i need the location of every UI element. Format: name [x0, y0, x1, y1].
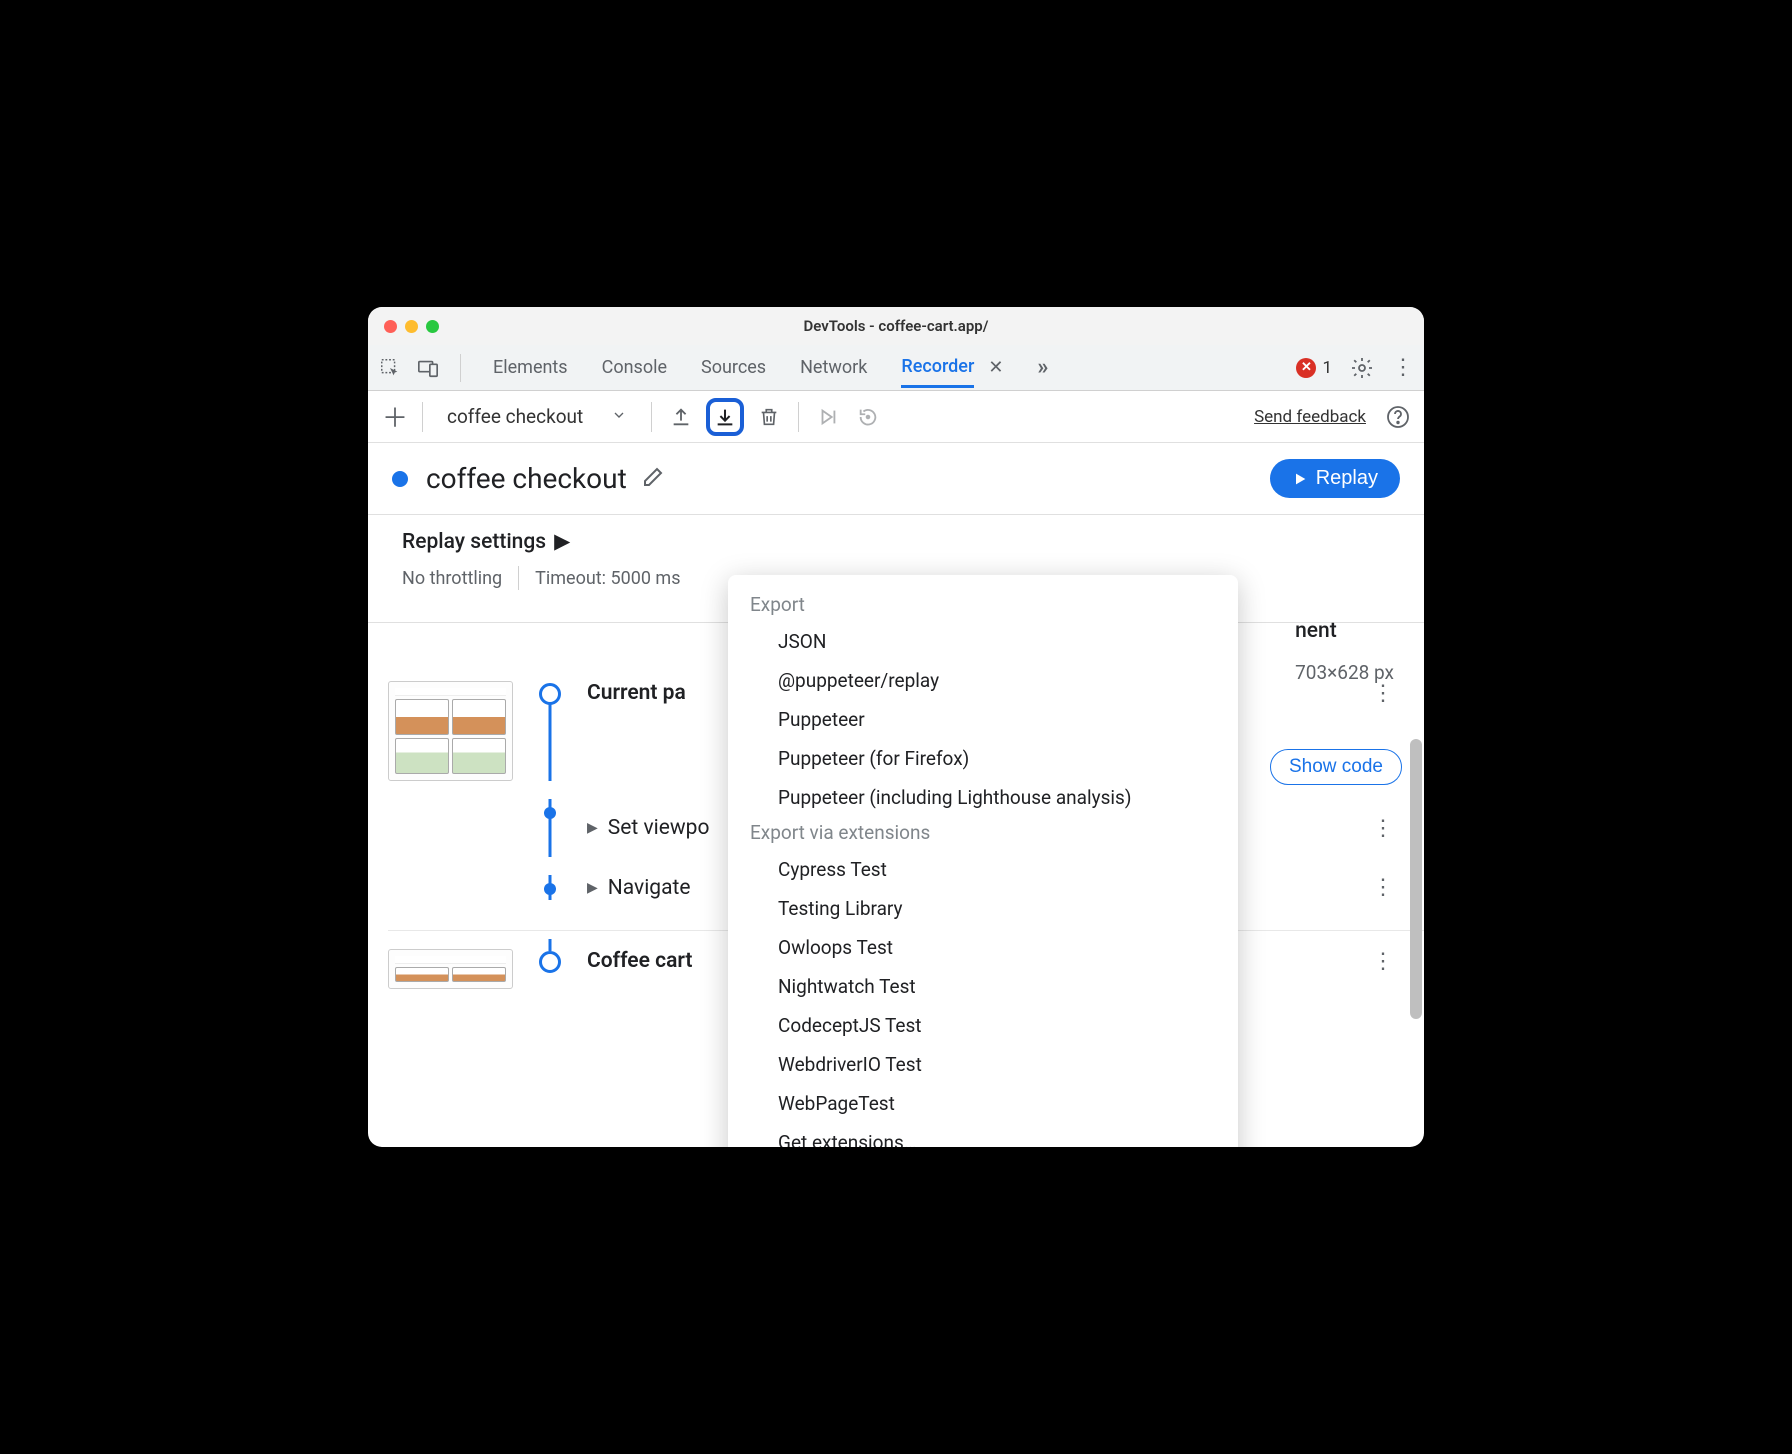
panel-tabs: Elements Console Sources Network Recorde… — [493, 348, 1048, 388]
export-option-webpagetest[interactable]: WebPageTest — [728, 1084, 1238, 1123]
recording-title: coffee checkout — [426, 462, 627, 495]
step-over-icon[interactable] — [813, 402, 843, 432]
export-option-nightwatch[interactable]: Nightwatch Test — [728, 967, 1238, 1006]
caret-right-icon: ▶ — [587, 880, 598, 896]
export-option-puppeteer-lighthouse[interactable]: Puppeteer (including Lighthouse analysis… — [728, 778, 1238, 817]
export-option-json[interactable]: JSON — [728, 622, 1238, 661]
step-kebab-icon[interactable]: ⋮ — [1372, 681, 1394, 706]
kebab-menu-icon[interactable]: ⋮ — [1392, 355, 1414, 380]
delete-icon[interactable] — [754, 402, 784, 432]
export-option-cypress[interactable]: Cypress Test — [728, 850, 1238, 889]
error-icon: ✕ — [1296, 358, 1316, 378]
export-option-owloops[interactable]: Owloops Test — [728, 928, 1238, 967]
play-icon — [1292, 471, 1308, 487]
send-feedback-link[interactable]: Send feedback — [1254, 407, 1366, 427]
minimize-window-icon[interactable] — [405, 320, 418, 333]
step-kebab-icon[interactable]: ⋮ — [1372, 816, 1394, 841]
window-title: DevTools - coffee-cart.app/ — [368, 317, 1424, 335]
recording-status-dot — [392, 471, 408, 487]
export-option-get-extensions[interactable]: Get extensions… — [728, 1123, 1238, 1147]
replay-settings-toggle[interactable]: Replay settings ▶ — [402, 529, 1390, 554]
recording-dropdown-label: coffee checkout — [447, 405, 583, 428]
step-thumbnail — [388, 681, 513, 781]
export-menu: Export JSON @puppeteer/replay Puppeteer … — [728, 575, 1238, 1147]
tab-elements[interactable]: Elements — [493, 349, 568, 386]
export-option-webdriverio[interactable]: WebdriverIO Test — [728, 1045, 1238, 1084]
export-option-puppeteer-firefox[interactable]: Puppeteer (for Firefox) — [728, 739, 1238, 778]
help-icon[interactable] — [1386, 405, 1410, 429]
divider — [798, 402, 799, 432]
inspect-element-icon[interactable] — [378, 356, 402, 380]
export-icon[interactable] — [706, 398, 744, 436]
tab-network[interactable]: Network — [800, 349, 867, 386]
tab-console[interactable]: Console — [602, 349, 667, 386]
more-tabs-icon[interactable]: » — [1037, 355, 1048, 380]
step-kebab-icon[interactable]: ⋮ — [1372, 949, 1394, 974]
export-extensions-header: Export via extensions — [728, 817, 1238, 850]
step-thumbnail — [388, 949, 513, 989]
divider — [460, 354, 461, 382]
traffic-lights — [368, 320, 439, 333]
export-option-puppeteer-replay[interactable]: @puppeteer/replay — [728, 661, 1238, 700]
recorder-toolbar: ＋ coffee checkout Send feedback — [368, 391, 1424, 443]
environment-label: nent — [1295, 619, 1394, 643]
step-label: Navigate — [608, 876, 691, 900]
error-indicator[interactable]: ✕ 1 — [1296, 358, 1332, 378]
throttling-value: No throttling — [402, 568, 502, 589]
edit-title-icon[interactable] — [641, 465, 665, 493]
replay-settings-label: Replay settings — [402, 530, 546, 554]
replay-button-label: Replay — [1316, 467, 1378, 490]
settings-gear-icon[interactable] — [1350, 356, 1374, 380]
divider — [422, 402, 423, 432]
macos-titlebar: DevTools - coffee-cart.app/ — [368, 307, 1424, 345]
import-icon[interactable] — [666, 402, 696, 432]
caret-right-icon: ▶ — [587, 820, 598, 836]
recording-header: coffee checkout Replay — [368, 443, 1424, 514]
recording-dropdown[interactable]: coffee checkout — [437, 405, 637, 428]
export-option-puppeteer[interactable]: Puppeteer — [728, 700, 1238, 739]
divider — [518, 566, 519, 590]
divider — [651, 402, 652, 432]
error-count: 1 — [1322, 358, 1332, 378]
close-tab-icon[interactable]: ✕ — [988, 357, 1003, 378]
close-window-icon[interactable] — [384, 320, 397, 333]
tab-sources[interactable]: Sources — [701, 349, 766, 386]
export-menu-header: Export — [728, 589, 1238, 622]
step-label: Set viewpo — [608, 816, 710, 840]
scrollbar-thumb[interactable] — [1410, 739, 1422, 1019]
export-option-codeceptjs[interactable]: CodeceptJS Test — [728, 1006, 1238, 1045]
devtools-window: DevTools - coffee-cart.app/ Elements Con… — [368, 307, 1424, 1147]
devtools-tabstrip: Elements Console Sources Network Recorde… — [368, 345, 1424, 391]
maximize-window-icon[interactable] — [426, 320, 439, 333]
export-option-testing-library[interactable]: Testing Library — [728, 889, 1238, 928]
caret-right-icon: ▶ — [554, 529, 570, 554]
new-recording-button[interactable]: ＋ — [382, 398, 408, 435]
step-kebab-icon[interactable]: ⋮ — [1372, 875, 1394, 900]
timeout-value: Timeout: 5000 ms — [535, 568, 680, 589]
replay-button[interactable]: Replay — [1270, 459, 1400, 498]
device-toolbar-icon[interactable] — [416, 356, 440, 380]
continue-icon[interactable] — [853, 402, 883, 432]
tab-recorder[interactable]: Recorder — [901, 348, 974, 388]
chevron-down-icon — [611, 405, 627, 428]
recorder-panel: coffee checkout Replay Replay settings ▶… — [368, 443, 1424, 1147]
